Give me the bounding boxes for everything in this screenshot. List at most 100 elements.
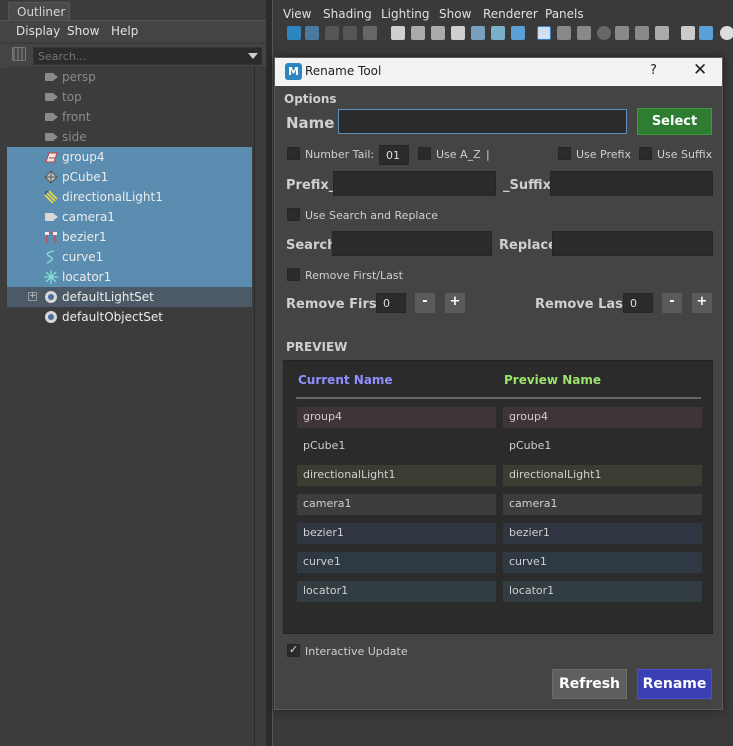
tree-item-label: top xyxy=(62,90,82,104)
current-name-cell: locator1 xyxy=(297,581,496,602)
tree-item-label: front xyxy=(62,110,91,124)
bookmark-icon[interactable] xyxy=(325,26,339,40)
search-input[interactable] xyxy=(33,47,262,65)
tree-item-pcube1[interactable]: pCube1 xyxy=(7,167,252,187)
select-camera-icon[interactable] xyxy=(287,26,301,40)
remove-last-increment-button[interactable]: + xyxy=(692,293,712,313)
current-name-cell: group4 xyxy=(297,407,496,428)
dialog-title: Rename Tool xyxy=(305,64,382,78)
remove-first-last-label: Remove First/Last xyxy=(305,269,403,282)
number-tail-checkbox[interactable] xyxy=(287,147,300,160)
tree-item-camera1[interactable]: camera1 xyxy=(7,207,252,227)
gate-mask-icon[interactable] xyxy=(597,26,611,40)
mesh-icon xyxy=(44,170,58,184)
refresh-button[interactable]: Refresh xyxy=(552,669,627,699)
remove-first-decrement-button[interactable]: - xyxy=(415,293,435,313)
use-search-replace-checkbox[interactable] xyxy=(287,208,300,221)
menu-show[interactable]: Show xyxy=(439,7,471,21)
lock-camera-icon[interactable] xyxy=(411,26,425,40)
snapshot-icon[interactable] xyxy=(431,26,445,40)
expand-icon[interactable]: + xyxy=(28,292,37,301)
tree-item-defaultobjectset[interactable]: defaultObjectSet xyxy=(7,307,252,327)
menu-show[interactable]: Show xyxy=(67,24,99,38)
close-button[interactable]: ✕ xyxy=(693,60,707,80)
remove-last-decrement-button[interactable]: - xyxy=(662,293,682,313)
wireframe-icon[interactable] xyxy=(681,26,695,40)
camera-attributes-icon[interactable] xyxy=(305,26,319,40)
menu-display[interactable]: Display xyxy=(16,24,60,38)
name-input[interactable] xyxy=(338,109,627,134)
menu-shading[interactable]: Shading xyxy=(323,7,372,21)
outliner-tab[interactable]: Outliner xyxy=(8,2,70,20)
camera-icon[interactable] xyxy=(391,26,405,40)
suffix-input[interactable] xyxy=(550,171,713,196)
use-suffix-checkbox[interactable] xyxy=(639,147,652,160)
options-label: Options xyxy=(284,92,337,106)
locator-icon xyxy=(44,270,58,284)
remove-first-last-checkbox[interactable] xyxy=(287,268,300,281)
use-suffix-label: Use Suffix xyxy=(657,148,713,161)
select-button[interactable]: Select xyxy=(637,108,712,135)
current-name-cell: directionalLight1 xyxy=(297,465,496,486)
remove-first-input[interactable] xyxy=(376,293,406,313)
tree-item-directionallight1[interactable]: directionalLight1 xyxy=(7,187,252,207)
menu-view[interactable]: View xyxy=(283,7,311,21)
interactive-update-checkbox[interactable] xyxy=(287,643,300,657)
safe-title-icon[interactable] xyxy=(655,26,669,40)
safe-action-icon[interactable] xyxy=(635,26,649,40)
tree-item-top[interactable]: top xyxy=(7,87,252,107)
tree-item-label: defaultLightSet xyxy=(62,290,154,304)
group-icon xyxy=(45,152,58,163)
remove-first-increment-button[interactable]: + xyxy=(445,293,465,313)
search-field[interactable] xyxy=(332,231,492,256)
use-prefix-checkbox[interactable] xyxy=(558,147,571,160)
tree-item-persp[interactable]: persp xyxy=(7,67,252,87)
help-button[interactable]: ? xyxy=(650,63,657,78)
tree-item-label: bezier1 xyxy=(62,230,107,244)
tree-item-defaultlightset[interactable]: + defaultLightSet xyxy=(7,287,252,307)
bookmark-camera-icon[interactable] xyxy=(451,26,465,40)
tree-item-bezier1[interactable]: bezier1 xyxy=(7,227,252,247)
menu-help[interactable]: Help xyxy=(111,24,138,38)
filter-icon[interactable] xyxy=(12,47,26,61)
default-material-icon[interactable] xyxy=(720,26,733,40)
tree-item-side[interactable]: side xyxy=(7,127,252,147)
use-az-checkbox[interactable] xyxy=(418,147,431,160)
tree-item-curve1[interactable]: curve1 xyxy=(7,247,252,267)
outliner-scrollbar[interactable] xyxy=(254,66,264,746)
current-name-cell: curve1 xyxy=(297,552,496,573)
replace-field[interactable] xyxy=(552,231,713,256)
number-tail-input[interactable] xyxy=(379,145,409,165)
prefix-input[interactable] xyxy=(333,171,496,196)
preview-name-cell: curve1 xyxy=(503,552,702,573)
menu-lighting[interactable]: Lighting xyxy=(381,7,430,21)
field-chart-icon[interactable] xyxy=(615,26,629,40)
film-gate-icon[interactable] xyxy=(557,26,571,40)
use-prefix-label: Use Prefix xyxy=(576,148,631,161)
menu-panels[interactable]: Panels xyxy=(545,7,584,21)
preview-name-cell: directionalLight1 xyxy=(503,465,702,486)
grid-icon[interactable] xyxy=(537,26,551,40)
camera-icon xyxy=(45,113,58,121)
menu-renderer[interactable]: Renderer xyxy=(483,7,538,21)
remove-last-input[interactable] xyxy=(623,293,653,313)
grease-pencil-icon[interactable] xyxy=(471,26,485,40)
tree-item-label: persp xyxy=(62,70,96,84)
image-plane-icon[interactable] xyxy=(343,26,357,40)
resolution-gate-icon[interactable] xyxy=(577,26,591,40)
chevron-down-icon[interactable] xyxy=(248,53,258,59)
smooth-shade-icon[interactable] xyxy=(699,26,713,40)
tree-item-locator1[interactable]: locator1 xyxy=(7,267,252,287)
dialog-titlebar[interactable]: M Rename Tool ? ✕ xyxy=(275,58,722,86)
current-name-cell: camera1 xyxy=(297,494,496,515)
search-label: Search xyxy=(286,238,337,253)
xray-icon[interactable] xyxy=(491,26,505,40)
tree-item-group4[interactable]: group4 xyxy=(7,147,252,167)
camera-icon xyxy=(45,93,58,101)
2d-pan-icon[interactable] xyxy=(363,26,377,40)
rename-button[interactable]: Rename xyxy=(637,669,712,699)
remove-last-label: Remove Last: xyxy=(535,297,635,312)
tree-item-front[interactable]: front xyxy=(7,107,252,127)
pencil-icon[interactable] xyxy=(511,26,525,40)
current-name-cell: pCube1 xyxy=(297,436,496,457)
